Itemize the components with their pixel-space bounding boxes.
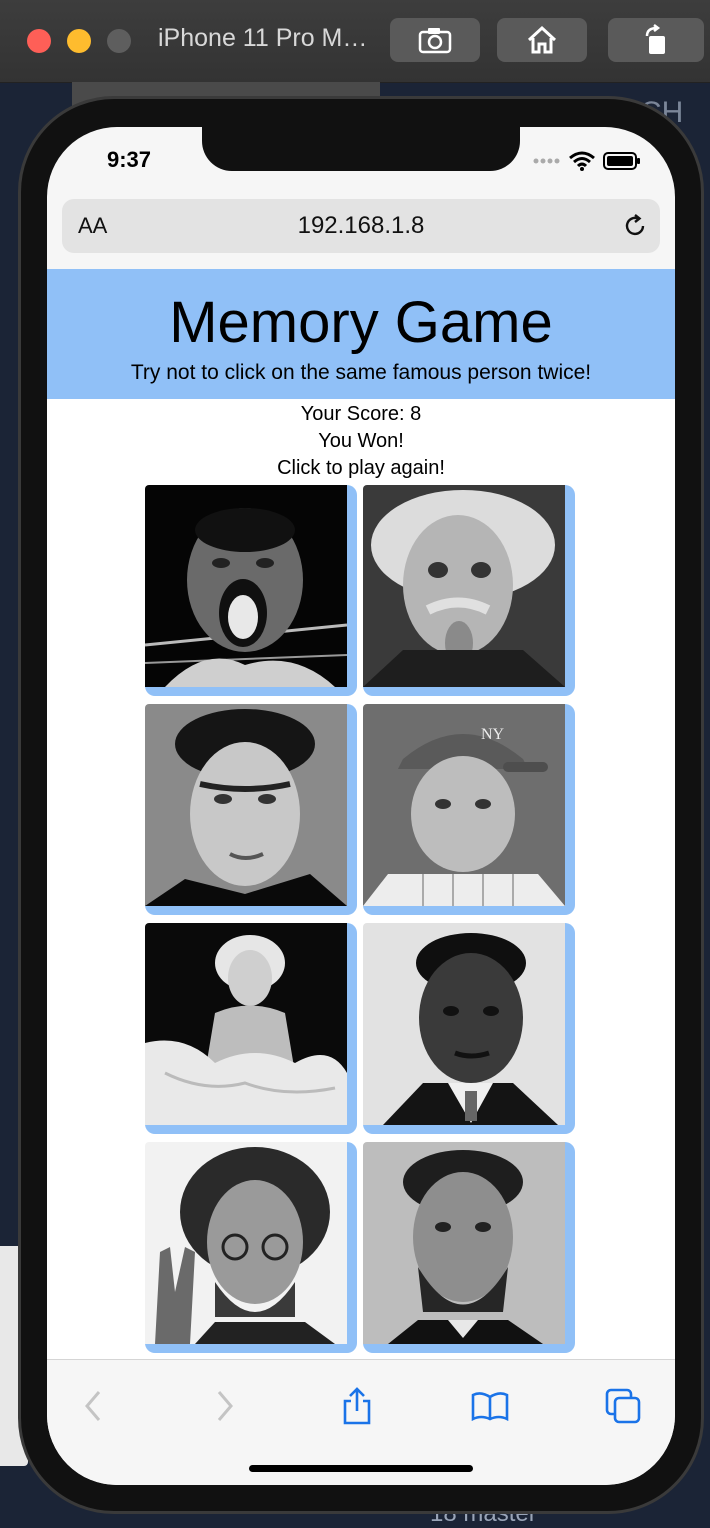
reload-button[interactable] [622, 213, 648, 244]
card-elvis-presley[interactable] [145, 704, 357, 915]
signal-icon [533, 158, 560, 164]
back-button[interactable] [71, 1384, 115, 1428]
page-subtitle: Try not to click on the same famous pers… [130, 361, 592, 384]
svg-text:NY: NY [481, 726, 505, 743]
status-time: 9:37 [107, 147, 152, 172]
chevron-right-icon [217, 1391, 233, 1421]
share-button[interactable] [335, 1384, 379, 1428]
photo-babe-ruth: NY [363, 704, 565, 906]
card-martin-luther-king[interactable] [363, 923, 575, 1134]
tabs-icon [605, 1388, 641, 1424]
photo-muhammad-ali [145, 485, 347, 687]
chevron-left-icon [85, 1391, 101, 1421]
card-grid: NY [145, 485, 577, 1353]
share-icon [343, 1387, 371, 1425]
screenshot-button[interactable] [390, 18, 480, 62]
rotate-icon [645, 24, 665, 54]
phone-screen: 9:37 AA 192.168.1.8 Memory Game Try not … [47, 127, 675, 1485]
battery-icon [603, 152, 640, 170]
home-indicator[interactable] [249, 1465, 473, 1472]
photo-abraham-lincoln [363, 1142, 565, 1344]
score-text: Your Score: 8 [300, 403, 422, 425]
tabs-button[interactable] [601, 1384, 645, 1428]
wifi-icon [569, 151, 595, 171]
photo-john-lennon [145, 1142, 347, 1344]
address-bar[interactable]: AA 192.168.1.8 [62, 199, 660, 253]
rotate-button[interactable] [608, 18, 704, 62]
close-window-button[interactable] [27, 29, 51, 53]
status-icons [533, 151, 641, 171]
card-babe-ruth[interactable]: NY [363, 704, 575, 915]
reload-icon [625, 214, 645, 236]
photo-martin-luther-king [363, 923, 565, 1125]
simulator-title: iPhone 11 Pro M… [158, 24, 368, 52]
simulator-title-bar: iPhone 11 Pro M… [0, 0, 710, 83]
card-john-lennon[interactable] [145, 1142, 357, 1353]
url-text[interactable]: 192.168.1.8 [62, 212, 660, 240]
game-header: Memory Game Try not to click on the same… [47, 269, 675, 399]
forward-button[interactable] [203, 1384, 247, 1428]
home-icon [527, 25, 557, 54]
camera-icon [418, 28, 452, 54]
book-icon [471, 1392, 509, 1421]
card-abraham-lincoln[interactable] [363, 1142, 575, 1353]
minimize-window-button[interactable] [67, 29, 91, 53]
home-button[interactable] [497, 18, 587, 62]
photo-albert-einstein [363, 485, 565, 687]
card-marilyn-monroe[interactable] [145, 923, 357, 1134]
page-title: Memory Game [169, 290, 553, 355]
photo-elvis-presley [145, 704, 347, 906]
web-page: Memory Game Try not to click on the same… [47, 269, 675, 1359]
notch [202, 127, 520, 171]
card-muhammad-ali[interactable] [145, 485, 357, 696]
replay-text[interactable]: Click to play again! [47, 455, 675, 482]
result-text: You Won! [318, 430, 404, 452]
photo-marilyn-monroe [145, 923, 347, 1125]
card-albert-einstein[interactable] [363, 485, 575, 696]
zoom-window-button[interactable] [107, 29, 131, 53]
bookmarks-button[interactable] [468, 1384, 512, 1428]
score-panel: Your Score: 8 You Won! Click to play aga… [47, 399, 675, 482]
